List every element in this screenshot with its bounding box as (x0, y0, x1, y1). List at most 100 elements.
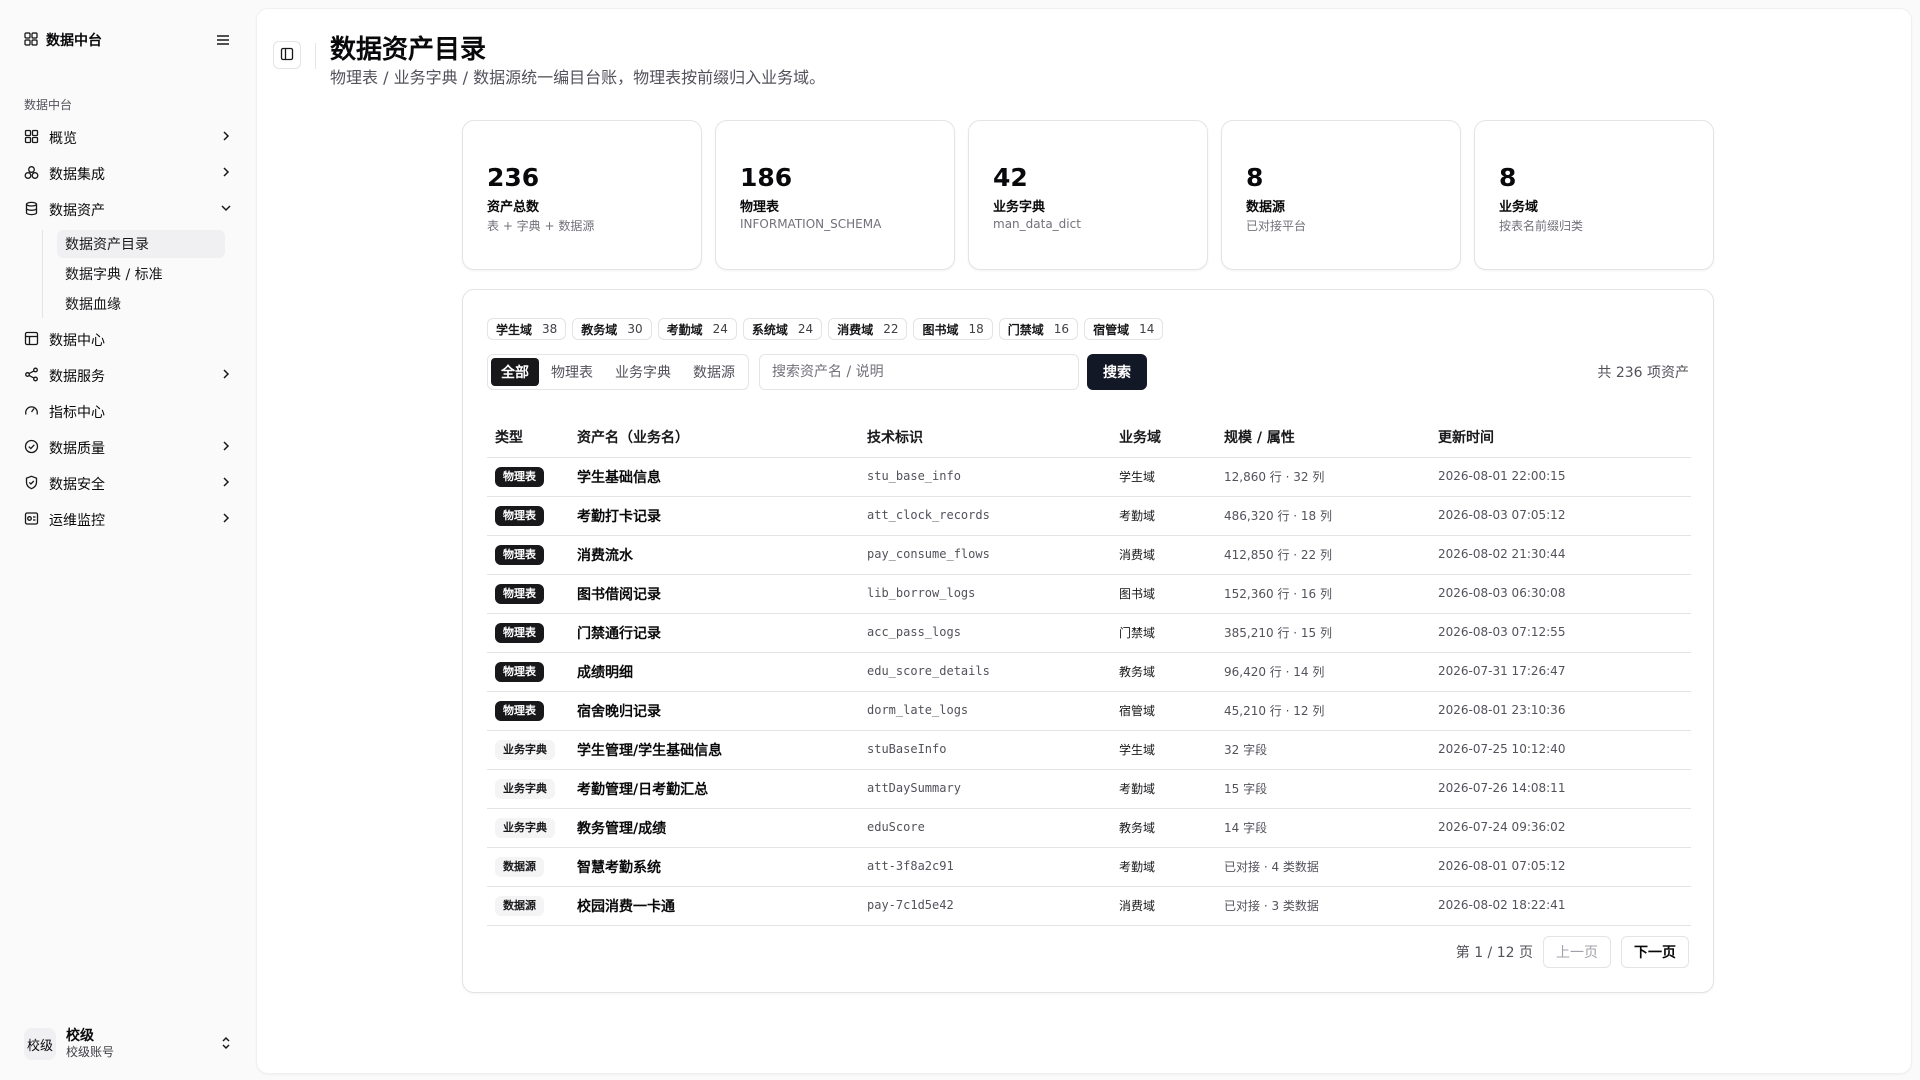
domain-chip-name: 考勤域 (666, 322, 703, 337)
asset-updated-time-cell: 2026-08-03 07:12:55 (1430, 613, 1691, 653)
domain-chip[interactable]: 学生域 38 (487, 318, 567, 340)
stat-subtext: 已对接平台 (1246, 219, 1307, 233)
asset-domain: 考勤域 (1119, 782, 1156, 796)
asset-domain: 学生域 (1119, 470, 1156, 484)
domain-chip[interactable]: 考勤域 24 (657, 318, 737, 340)
asset-updated-time-cell: 2026-08-02 21:30:44 (1430, 535, 1691, 575)
asset-name-cell: 校园消费一卡通 (569, 886, 859, 926)
sidebar-item-data-center[interactable]: 数据中心 (16, 322, 240, 358)
asset-domain-cell: 消费域 (1111, 886, 1216, 926)
asset-updated-time-cell: 2026-08-03 06:30:08 (1430, 574, 1691, 614)
next-page-button[interactable]: 下一页 (1621, 936, 1689, 968)
asset-name-cell: 考勤打卡记录 (569, 496, 859, 536)
stat-value: 42 (993, 163, 1028, 192)
table-row[interactable]: 物理表 学生基础信息 stu_base_info 学生域 12,860 行 · 32 列… (487, 457, 1691, 497)
filter-tab[interactable]: 业务字典 (605, 358, 681, 386)
sidebar-item-metrics[interactable]: 指标中心 (16, 394, 240, 430)
table-row[interactable]: 物理表 考勤打卡记录 att_clock_records 考勤域 486,320 行 ·… (487, 496, 1691, 536)
menu-icon[interactable] (216, 31, 230, 50)
sidebar-subitem-catalog[interactable]: 数据资产目录 (57, 230, 225, 258)
asset-code: stuBaseInfo (867, 742, 947, 756)
sidebar-subitem-lineage[interactable]: 数据血缘 (57, 290, 225, 318)
domain-chip[interactable]: 教务域 30 (572, 318, 652, 340)
avatar: 校级 (24, 1028, 56, 1060)
domain-chip[interactable]: 宿管域 14 (1084, 318, 1164, 340)
sidebar-item-assets[interactable]: 数据资产 (16, 192, 240, 228)
stat-card-sources: 8 数据源 已对接平台 (1221, 120, 1461, 270)
asset-code-cell: dorm_late_logs (859, 691, 1111, 731)
domain-chip[interactable]: 图书域 18 (913, 318, 993, 340)
asset-code-cell: edu_score_details (859, 652, 1111, 692)
table-row[interactable]: 业务字典 教务管理/成绩 eduScore 教务域 14 字段 2026-07-24 09… (487, 808, 1691, 848)
asset-code: att-3f8a2c91 (867, 859, 954, 873)
table-row[interactable]: 业务字典 学生管理/学生基础信息 stuBaseInfo 学生域 32 字段 2026-0… (487, 730, 1691, 770)
asset-name-cell: 教务管理/成绩 (569, 808, 859, 848)
main-panel: 数据资产目录 物理表 / 业务字典 / 数据源统一编目台账，物理表按前缀归入业务… (256, 8, 1912, 1074)
boxes-icon (24, 165, 39, 184)
app-name: 数据中台 (46, 33, 102, 49)
stat-card-physical: 186 物理表 INFORMATION_SCHEMA (715, 120, 955, 270)
asset-name-cell: 学生基础信息 (569, 457, 859, 497)
type-badge: 物理表 (495, 661, 544, 682)
filter-tab[interactable]: 数据源 (683, 358, 745, 386)
sidebar-item-security[interactable]: 数据安全 (16, 466, 240, 502)
domain-chip[interactable]: 消费域 22 (828, 318, 908, 340)
asset-name: 考勤打卡记录 (577, 508, 661, 525)
search-button[interactable]: 搜索 (1087, 354, 1147, 390)
sidebar-subitem-dictionary[interactable]: 数据字典 / 标准 (57, 260, 225, 288)
asset-domain: 学生域 (1119, 743, 1156, 757)
domain-chip-count: 16 (1053, 322, 1070, 336)
user-menu[interactable]: 校级 校级 校级账号 (16, 1020, 240, 1068)
asset-scale-cell: 152,360 行 · 16 列 (1216, 574, 1430, 614)
sidebar-item-quality[interactable]: 数据质量 (16, 430, 240, 466)
table-row[interactable]: 数据源 智慧考勤系统 att-3f8a2c91 考勤域 已对接 · 4 类数据 2026-… (487, 847, 1691, 887)
asset-domain: 教务域 (1119, 821, 1156, 835)
type-badge: 物理表 (495, 622, 544, 643)
sidebar-toggle-button[interactable] (273, 41, 301, 69)
asset-updated-time: 2026-08-01 22:00:15 (1438, 469, 1566, 483)
domain-chip[interactable]: 系统域 24 (742, 318, 823, 340)
header-divider (315, 43, 316, 69)
asset-name: 图书借阅记录 (577, 586, 661, 603)
asset-name: 考勤管理/日考勤汇总 (577, 781, 709, 798)
asset-updated-time-cell: 2026-07-26 14:08:11 (1430, 769, 1691, 809)
asset-scale-cell: 96,420 行 · 14 列 (1216, 652, 1430, 692)
type-badge-cell: 业务字典 (487, 730, 569, 770)
asset-updated-time-cell: 2026-08-01 07:05:12 (1430, 847, 1691, 887)
table-row[interactable]: 物理表 宿舍晚归记录 dorm_late_logs 宿管域 45,210 行 · 12 … (487, 691, 1691, 731)
sidebar-nav: 概览 数据集成 数据资产 数据资产目录 数据字典 / 标准 数据血缘 数据中心 … (0, 120, 256, 538)
sidebar-item-label: 数据集成 (49, 167, 105, 183)
pagination: 第 1 / 12 页 上一页 下一页 (1456, 936, 1689, 968)
type-badge-cell: 物理表 (487, 535, 569, 575)
table-row[interactable]: 物理表 图书借阅记录 lib_borrow_logs 图书域 152,360 行 · 1… (487, 574, 1691, 614)
asset-updated-time: 2026-08-03 07:05:12 (1438, 508, 1566, 522)
sidebar-item-label: 指标中心 (49, 405, 105, 421)
asset-scale-cell: 已对接 · 4 类数据 (1216, 847, 1430, 887)
sidebar-item-label: 运维监控 (49, 513, 105, 529)
table-row[interactable]: 业务字典 考勤管理/日考勤汇总 attDaySummary 考勤域 15 字段 2026-… (487, 769, 1691, 809)
asset-scale-cell: 385,210 行 · 15 列 (1216, 613, 1430, 653)
sidebar-item-integration[interactable]: 数据集成 (16, 156, 240, 192)
asset-scale: 15 字段 (1224, 782, 1268, 796)
sidebar-subnav-assets: 数据资产目录 数据字典 / 标准 数据血缘 (42, 230, 240, 318)
brand-link[interactable]: 数据中台 (24, 30, 102, 50)
asset-name-cell: 图书借阅记录 (569, 574, 859, 614)
table-row[interactable]: 物理表 门禁通行记录 acc_pass_logs 门禁域 385,210 行 · 15 … (487, 613, 1691, 653)
sidebar-item-service[interactable]: 数据服务 (16, 358, 240, 394)
domain-chip[interactable]: 门禁域 16 (998, 318, 1079, 340)
filter-tab[interactable]: 物理表 (541, 358, 603, 386)
asset-updated-time: 2026-08-03 07:12:55 (1438, 625, 1566, 639)
asset-updated-time-cell: 2026-07-24 09:36:02 (1430, 808, 1691, 848)
table-row[interactable]: 物理表 成绩明细 edu_score_details 教务域 96,420 行 · 14… (487, 652, 1691, 692)
table-row[interactable]: 数据源 校园消费一卡通 pay-7c1d5e42 消费域 已对接 · 3 类数据 2026… (487, 886, 1691, 926)
asset-name-cell: 宿舍晚归记录 (569, 691, 859, 731)
prev-page-button[interactable]: 上一页 (1543, 936, 1611, 968)
sidebar-item-ops[interactable]: 运维监控 (16, 502, 240, 538)
filter-tab[interactable]: 全部 (491, 358, 539, 386)
table-row[interactable]: 物理表 消费流水 pay_consume_flows 消费域 412,850 行 · 2… (487, 535, 1691, 575)
asset-code: lib_borrow_logs (867, 586, 976, 600)
asset-name: 消费流水 (577, 547, 633, 564)
sidebar-item-overview[interactable]: 概览 (16, 120, 240, 156)
search-input[interactable] (759, 354, 1079, 390)
asset-domain: 考勤域 (1119, 860, 1156, 874)
